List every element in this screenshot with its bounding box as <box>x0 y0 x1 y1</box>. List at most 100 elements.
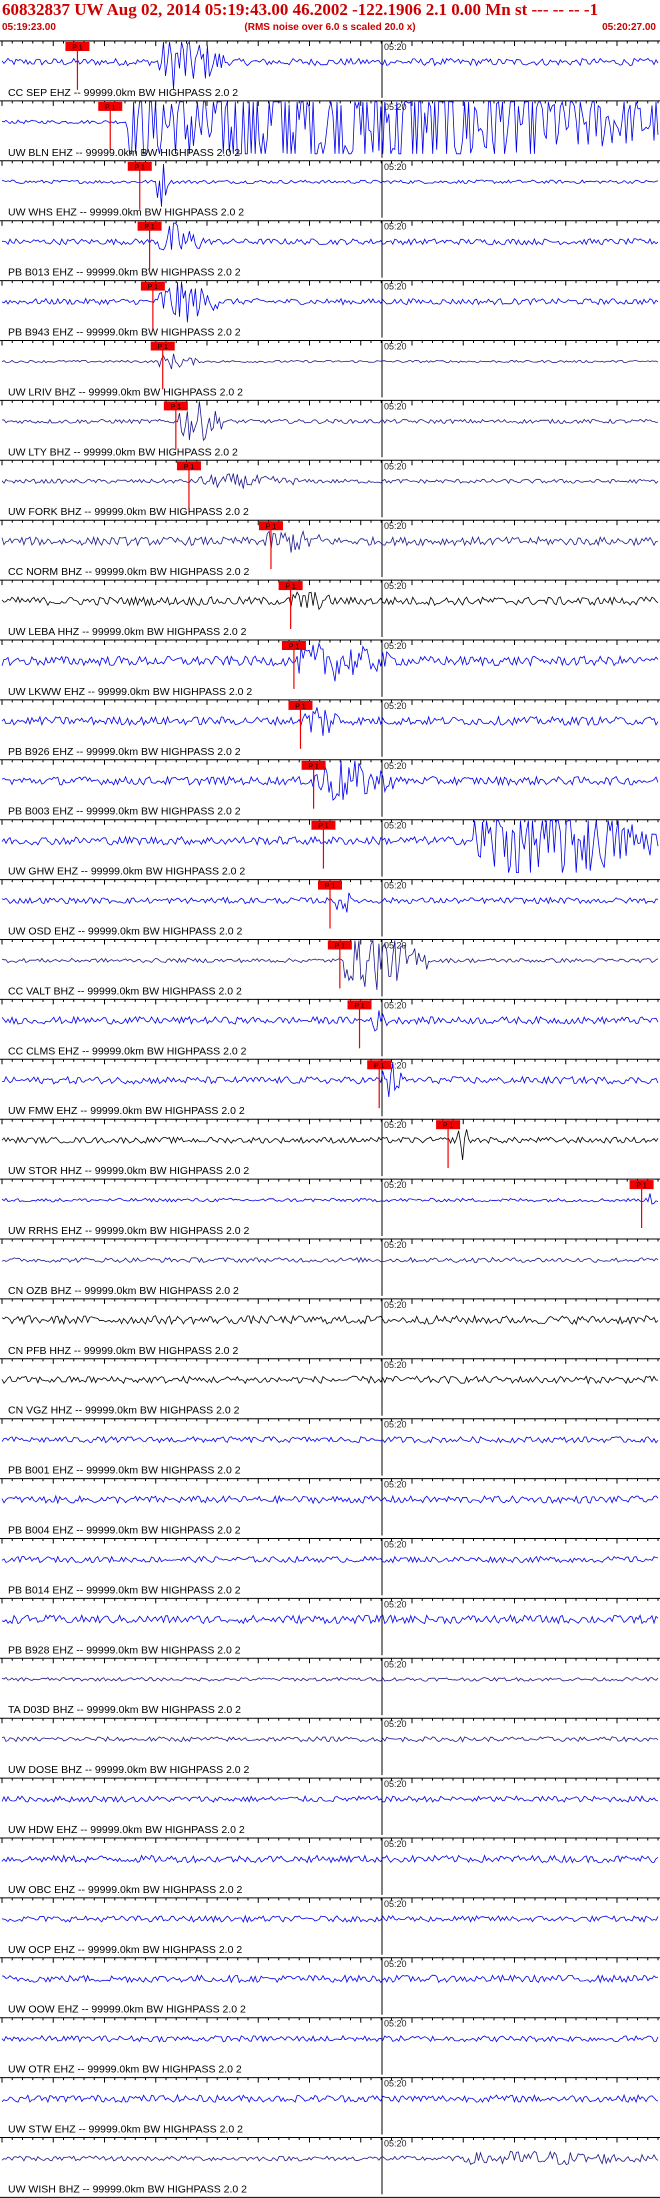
station-label: UW OCP EHZ -- 99999.0km BW HIGHPASS 2.0 … <box>8 1944 242 1956</box>
trace-30: 05:20 UW OBC EHZ -- 99999.0km BW HIGHPASS… <box>0 1837 660 1896</box>
trace-22: 05:20 CN VGZ HHZ -- 99999.0km BW HIGHPASS… <box>0 1358 660 1417</box>
tick-label: 05:20 <box>384 1360 407 1370</box>
rms-note: (RMS noise over 6.0 s scaled 20.0 x) <box>244 22 416 33</box>
trace-29: 05:20 UW HDW EHZ -- 99999.0km BW HIGHPASS… <box>0 1777 660 1836</box>
tick-label: 05:20 <box>384 401 407 411</box>
station-label: CC VALT BHZ -- 99999.0km BW HIGHPASS 2.0… <box>8 985 242 997</box>
trace-34: 05:20 UW STW EHZ -- 99999.0km BW HIGHPASS… <box>0 2077 660 2136</box>
trace-15: 05:20P 1CC VALT BHZ -- 99999.0km BW HIGH… <box>0 938 660 997</box>
trace-25: 05:20 PB B014 EHZ -- 99999.0km BW HIGHPAS… <box>0 1538 660 1596</box>
tick-label: 05:20 <box>384 881 407 891</box>
trace-32: 05:20 UW OOW EHZ -- 99999.0km BW HIGHPASS… <box>0 1957 660 2016</box>
tick-label: 05:20 <box>384 1120 407 1130</box>
station-label: CN OZB BHZ -- 99999.0km BW HIGHPASS 2.0 … <box>8 1285 239 1297</box>
trace-2: 05:20 P 1 UW WHS EHZ -- 99999.0km BW HIGHP… <box>0 160 660 219</box>
pick-label: P 1 <box>285 584 295 591</box>
trace-7: 05:20 P 1 UW FORK BHZ -- 99999.0km BW HIGH… <box>0 459 660 518</box>
station-label: UW LEBA HHZ -- 99999.0km BW HIGHPASS 2.0… <box>8 626 247 638</box>
tick-label: 05:20 <box>384 521 407 531</box>
trace-28: 05:20 UW DOSE BHZ -- 99999.0km BW HIGHPAS… <box>0 1717 660 1776</box>
pick-label: P 1 <box>295 703 305 710</box>
station-label: PB B013 EHZ -- 99999.0km BW HIGHPASS 2.0… <box>8 267 241 279</box>
tick-label: 05:20 <box>384 1000 407 1010</box>
tick-label: 05:20 <box>384 2019 407 2029</box>
tick-label: 05:20 <box>384 1240 407 1250</box>
trace-16: 05:20 P 1 CC CLMS EHZ -- 99999.0km BW HIGH… <box>0 998 660 1057</box>
waveform <box>1 707 659 736</box>
station-label: PB B014 EHZ -- 99999.0km BW HIGHPASS 2.0… <box>8 1584 241 1596</box>
waveform <box>1 163 659 207</box>
seismogram-plot: 05:20 P 1 CC SEP EHZ -- 99999.0km BW HIGHP… <box>0 40 660 2198</box>
waveform <box>1 41 659 90</box>
station-label: UW OBC EHZ -- 99999.0km BW HIGHPASS 2.0 … <box>8 1884 243 1896</box>
waveform <box>1 473 659 489</box>
tick-label: 05:20 <box>384 461 407 471</box>
station-label: PB B928 EHZ -- 99999.0km BW HIGHPASS 2.0… <box>8 1644 241 1656</box>
trace-5: 05:20 P 1 UW LRIV BHZ -- 99999.0km BW HIGH… <box>0 340 660 398</box>
end-time: 05:20:27.00 <box>602 22 656 33</box>
tick-label: 05:20 <box>384 1839 407 1849</box>
pick-label: P 1 <box>335 943 345 950</box>
station-label: UW LRIV BHZ -- 99999.0km BW HIGHPASS 2.0… <box>8 386 243 398</box>
trace-27: 05:20 TA D03D BHZ -- 99999.0km BW HIGHPAS… <box>0 1657 660 1716</box>
station-label: PB B943 EHZ -- 99999.0km BW HIGHPASS 2.0… <box>8 327 241 339</box>
tick-label: 05:20 <box>384 581 407 591</box>
pick-label: P 1 <box>443 1123 453 1130</box>
tick-label: 05:20 <box>384 1899 407 1909</box>
station-label: UW STOR HHZ -- 99999.0km BW HIGHPASS 2.0… <box>8 1165 249 1177</box>
pick-label: P 1 <box>171 404 181 411</box>
station-label: UW FORK BHZ -- 99999.0km BW HIGHPASS 2.0… <box>8 506 249 518</box>
waveform <box>1 1614 659 1625</box>
event-title: 60832837 UW Aug 02, 2014 05:19:43.00 46.… <box>2 0 599 19</box>
trace-8: 05:20 P 1 CC NORM BHZ -- 99999.0km BW HIGH… <box>0 519 660 578</box>
trace-3: 05:20 P 1 PB B013 EHZ -- 99999.0km BW HIGH… <box>0 220 660 279</box>
pick-label: P 1 <box>266 524 276 531</box>
trace-24: 05:20 PB B004 EHZ -- 99999.0km BW HIGHPAS… <box>0 1478 660 1537</box>
tick-label: 05:20 <box>384 701 407 711</box>
station-label: CC SEP EHZ -- 99999.0km BW HIGHPASS 2.0 … <box>8 87 238 99</box>
trace-14: 05:20 P 1 UW OSD EHZ -- 99999.0km BW HIGHP… <box>0 879 660 938</box>
trace-21: 05:20 CN PFB HHZ -- 99999.0km BW HIGHPASS… <box>0 1298 660 1357</box>
waveform <box>1 1010 659 1032</box>
station-label: UW GHW EHZ -- 99999.0km BW HIGHPASS 2.0 … <box>8 866 245 878</box>
waveform <box>1 1256 659 1264</box>
tick-label: 05:20 <box>384 761 407 771</box>
tick-label: 05:20 <box>384 641 407 651</box>
waveform <box>1 529 659 553</box>
station-label: UW OTR EHZ -- 99999.0km BW HIGHPASS 2.0 … <box>8 2064 242 2076</box>
pick-label: P 1 <box>72 45 82 52</box>
station-label: PB B001 EHZ -- 99999.0km BW HIGHPASS 2.0… <box>8 1465 241 1477</box>
waveform <box>1 1193 659 1205</box>
trace-17: 05:20P 1UW FMW EHZ -- 99999.0km BW HIGHP… <box>0 1058 660 1117</box>
tick-label: 05:20 <box>384 1659 407 1669</box>
tick-label: 05:20 <box>384 821 407 831</box>
trace-11: 05:20 P 1 PB B926 EHZ -- 99999.0km BW HIGH… <box>0 699 660 758</box>
trace-31: 05:20 UW OCP EHZ -- 99999.0km BW HIGHPASS… <box>0 1897 660 1956</box>
tick-label: 05:20 <box>384 162 407 172</box>
station-label: UW WISH BHZ -- 99999.0km BW HIGHPASS 2.0… <box>8 2183 247 2195</box>
station-label: UW DOSE BHZ -- 99999.0km BW HIGHPASS 2.0… <box>8 1764 250 1776</box>
tick-label: 05:20 <box>384 42 407 52</box>
station-label: UW LTY BHZ -- 99999.0km BW HIGHPASS 2.0 … <box>8 446 238 458</box>
trace-35: 05:20 UW WISH BHZ -- 99999.0km BW HIGHPAS… <box>0 2137 660 2195</box>
station-label: UW OOW EHZ -- 99999.0km BW HIGHPASS 2.0 … <box>8 2004 246 2016</box>
waveform <box>1 2093 659 2104</box>
station-label: PB B003 EHZ -- 99999.0km BW HIGHPASS 2.0… <box>8 806 241 818</box>
waveform <box>1 642 659 682</box>
tick-label: 05:20 <box>384 1480 407 1490</box>
tick-label: 05:20 <box>384 1180 407 1190</box>
pick-label: P 1 <box>318 823 328 830</box>
pick-label: P 1 <box>636 1183 646 1190</box>
waveform <box>1 760 659 801</box>
trace-20: 05:20 CN OZB BHZ -- 99999.0km BW HIGHPASS… <box>0 1238 660 1297</box>
waveform <box>1 2150 659 2166</box>
waveform <box>1 401 659 442</box>
pick-label: P 1 <box>325 883 335 890</box>
tick-label: 05:20 <box>384 2079 407 2089</box>
trace-0: 05:20 P 1 CC SEP EHZ -- 99999.0km BW HIGHP… <box>0 40 660 99</box>
tick-label: 05:20 <box>384 342 407 352</box>
tick-label: 05:20 <box>384 222 407 232</box>
pick-label: P 1 <box>135 164 145 171</box>
tick-label: 05:20 <box>384 1599 407 1609</box>
waveform <box>1 1854 659 1864</box>
